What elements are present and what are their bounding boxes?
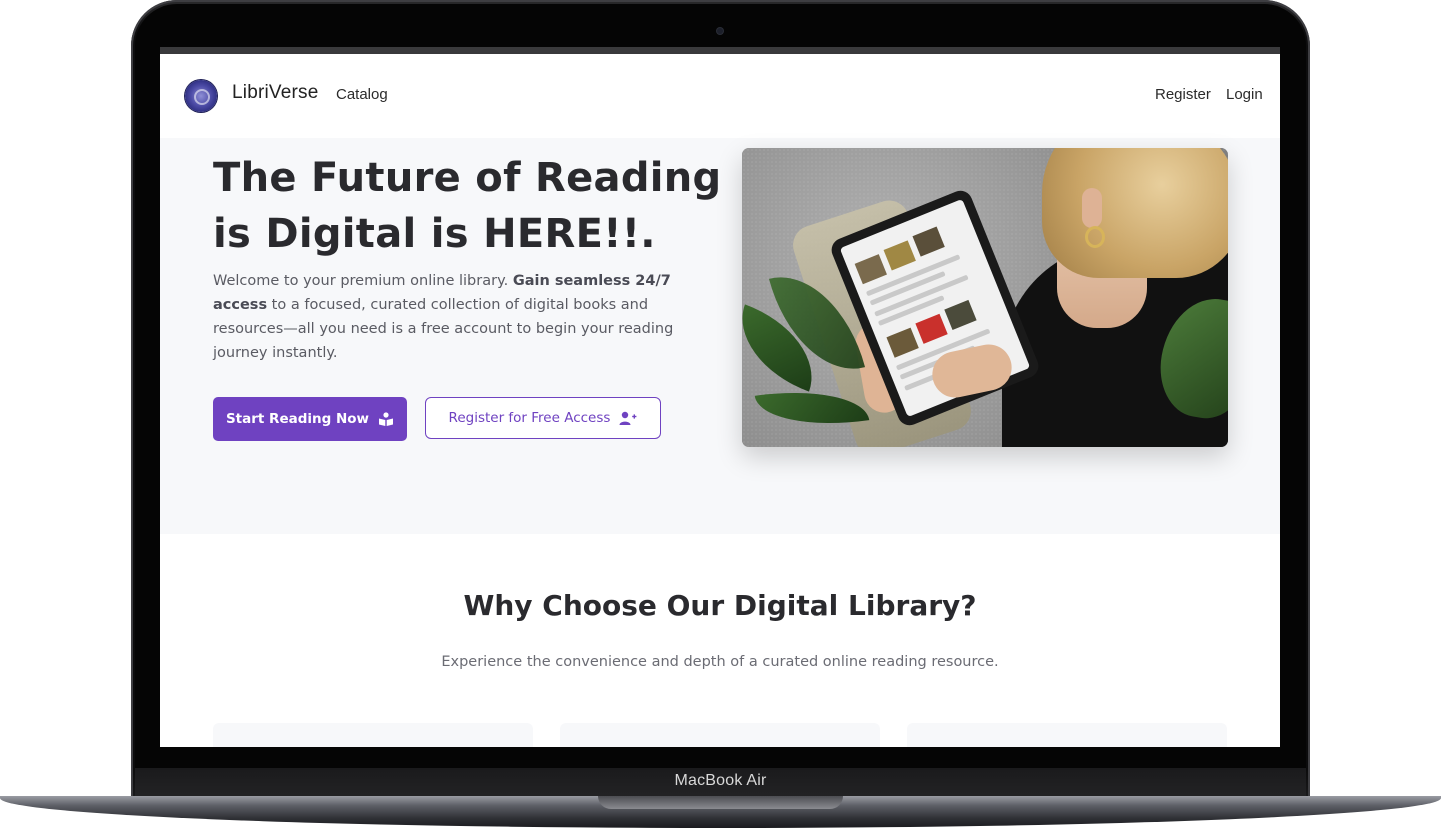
nav-link-login[interactable]: Login <box>1226 86 1263 103</box>
book-reader-icon <box>378 411 394 427</box>
nav-link-register[interactable]: Register <box>1155 86 1211 103</box>
feature-card <box>907 723 1227 747</box>
user-plus-icon <box>619 411 637 425</box>
laptop-base-notch <box>598 796 843 809</box>
webcam-icon <box>717 28 723 34</box>
brand-logo-icon[interactable] <box>185 80 217 112</box>
hero-image-woman-reading-tablet <box>742 148 1228 447</box>
features-subtitle: Experience the convenience and depth of … <box>441 654 999 670</box>
start-reading-button[interactable]: Start Reading Now <box>213 397 407 441</box>
laptop-screen: LibriVerse Catalog Register Login The Fu… <box>160 47 1280 747</box>
screen-edge <box>160 47 1280 54</box>
features-title: Why Choose Our Digital Library? <box>463 589 977 622</box>
device-label: MacBook Air <box>674 772 767 789</box>
hero-description-intro: Welcome to your premium online library. <box>213 273 513 289</box>
navbar: LibriVerse Catalog Register Login <box>160 54 1280 138</box>
feature-card <box>213 723 533 747</box>
register-free-access-label: Register for Free Access <box>448 410 611 426</box>
hero-description: Welcome to your premium online library. … <box>213 269 713 365</box>
register-free-access-button[interactable]: Register for Free Access <box>425 397 661 439</box>
nav-link-catalog[interactable]: Catalog <box>336 86 388 103</box>
hero-description-rest: to a focused, curated collection of digi… <box>213 297 674 361</box>
hero-title: The Future of Reading is Digital is HERE… <box>213 155 722 257</box>
features-section: Why Choose Our Digital Library? Experien… <box>160 534 1280 747</box>
feature-card <box>560 723 880 747</box>
hero-section: The Future of Reading is Digital is HERE… <box>160 138 1280 534</box>
start-reading-label: Start Reading Now <box>225 411 370 427</box>
brand-name[interactable]: LibriVerse <box>232 82 319 104</box>
